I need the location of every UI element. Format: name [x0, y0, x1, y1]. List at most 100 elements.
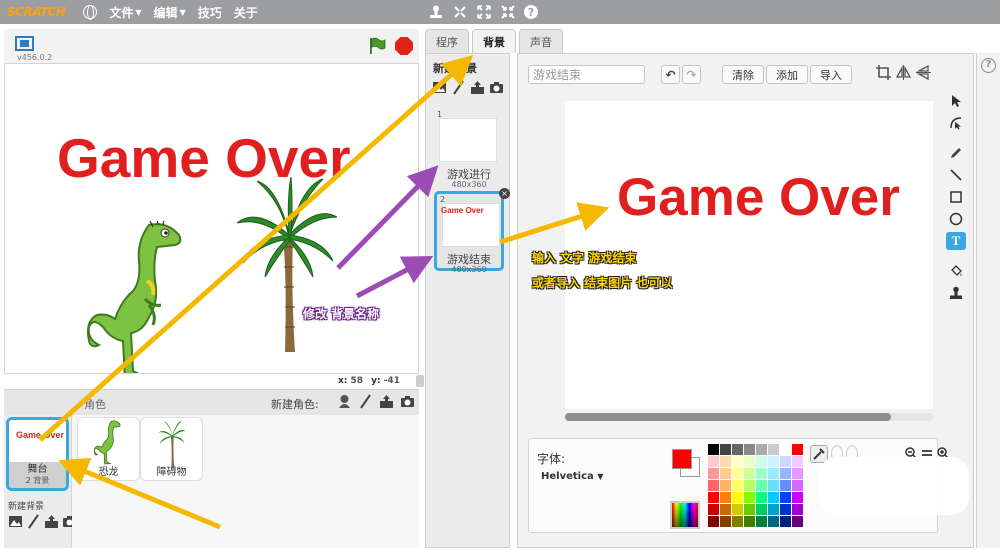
upload-backdrop-icon[interactable]: [470, 80, 485, 95]
color-swatch[interactable]: [708, 492, 719, 503]
color-swatch[interactable]: [792, 468, 803, 479]
color-swatch[interactable]: [768, 504, 779, 515]
crop-icon[interactable]: [876, 65, 891, 80]
menu-file[interactable]: 文件 ▼: [109, 4, 141, 21]
color-swatch[interactable]: [744, 504, 755, 515]
color-swatch[interactable]: [720, 456, 731, 467]
color-swatch[interactable]: [756, 504, 767, 515]
color-swatch[interactable]: [792, 492, 803, 503]
color-swatch[interactable]: [732, 492, 743, 503]
color-swatch[interactable]: [732, 480, 743, 491]
menu-about[interactable]: 关于: [234, 4, 258, 21]
cut-scissors-icon[interactable]: [452, 3, 467, 21]
stage-canvas[interactable]: Game Over: [4, 63, 419, 374]
color-swatch[interactable]: [768, 456, 779, 467]
menu-tips[interactable]: 技巧: [198, 4, 222, 21]
color-picker-gradient[interactable]: [670, 501, 700, 529]
color-swatch[interactable]: [780, 468, 791, 479]
shrink-icon[interactable]: [500, 3, 515, 21]
stop-sign-icon[interactable]: [395, 37, 413, 55]
undo-button[interactable]: ↶: [661, 65, 680, 84]
color-swatch[interactable]: [756, 468, 767, 479]
reshape-icon[interactable]: [946, 114, 966, 132]
color-swatch[interactable]: [720, 492, 731, 503]
upload-sprite-icon[interactable]: [379, 394, 394, 409]
color-swatch[interactable]: [708, 456, 719, 467]
camera-sprite-icon[interactable]: [400, 394, 415, 409]
scratch-logo[interactable]: SCRATCH: [7, 5, 66, 19]
import-button[interactable]: 导入: [810, 65, 852, 84]
font-select[interactable]: Helvetica ▼: [541, 471, 603, 482]
primary-color-swatch[interactable]: [672, 449, 692, 469]
color-swatch[interactable]: [780, 492, 791, 503]
sprite-thumb-dinosaur[interactable]: 恐龙: [77, 417, 140, 481]
sprite-thumb-obstacle[interactable]: 障碍物: [140, 417, 203, 481]
color-swatch[interactable]: [732, 468, 743, 479]
color-swatch[interactable]: [792, 516, 803, 527]
globe-icon[interactable]: [83, 5, 98, 20]
pencil-icon[interactable]: [946, 144, 966, 162]
grow-icon[interactable]: [476, 3, 491, 21]
color-swatch[interactable]: [768, 492, 779, 503]
color-swatch[interactable]: [708, 468, 719, 479]
green-flag-icon[interactable]: [368, 37, 386, 55]
tab-sounds[interactable]: 声音: [519, 29, 563, 53]
color-swatch[interactable]: [744, 456, 755, 467]
color-swatch[interactable]: [768, 516, 779, 527]
upload-backdrop-icon[interactable]: [44, 514, 59, 529]
tips-help-icon[interactable]: ?: [981, 58, 996, 73]
backdrop-library-icon[interactable]: [8, 514, 23, 529]
rectangle-icon[interactable]: [946, 188, 966, 206]
ellipse-icon[interactable]: [946, 210, 966, 228]
paint-backdrop-icon[interactable]: [451, 80, 466, 95]
color-swatch[interactable]: [780, 516, 791, 527]
color-swatch[interactable]: [732, 444, 743, 455]
text-tool-icon[interactable]: T: [946, 232, 966, 250]
help-icon[interactable]: ?: [524, 5, 538, 19]
backdrop-item-game-over[interactable]: 2 Game Over 游戏结束 480x360 ×: [434, 188, 510, 274]
clear-button[interactable]: 清除: [722, 65, 764, 84]
color-swatch[interactable]: [780, 444, 791, 455]
color-swatch[interactable]: [732, 516, 743, 527]
color-swatch[interactable]: [768, 468, 779, 479]
color-swatch[interactable]: [756, 516, 767, 527]
backdrop-name-input[interactable]: [528, 65, 645, 84]
flip-horizontal-icon[interactable]: [896, 65, 911, 80]
color-swatch[interactable]: [708, 444, 719, 455]
stage-size-toggle[interactable]: [416, 375, 424, 387]
color-swatch[interactable]: [792, 444, 803, 455]
canvas-horizontal-scrollbar[interactable]: [565, 413, 933, 421]
duplicate-stamp-icon[interactable]: [428, 3, 443, 21]
color-swatch[interactable]: [708, 480, 719, 491]
color-swatch[interactable]: [780, 504, 791, 515]
fullscreen-icon[interactable]: [15, 36, 34, 51]
color-swatch[interactable]: [780, 456, 791, 467]
color-swatch[interactable]: [792, 504, 803, 515]
color-swatch[interactable]: [768, 480, 779, 491]
delete-backdrop-icon[interactable]: ×: [499, 188, 510, 199]
redo-button[interactable]: ↷: [682, 65, 701, 84]
color-swatch[interactable]: [744, 516, 755, 527]
palm-tree-sprite[interactable]: [237, 177, 337, 352]
dinosaur-sprite[interactable]: [87, 221, 187, 374]
color-swatch[interactable]: [720, 444, 731, 455]
color-swatch[interactable]: [720, 480, 731, 491]
color-swatch[interactable]: [720, 516, 731, 527]
color-swatch[interactable]: [708, 504, 719, 515]
color-swatch[interactable]: [744, 492, 755, 503]
menu-edit[interactable]: 编辑 ▼: [154, 4, 186, 21]
color-swatch[interactable]: [768, 444, 779, 455]
color-swatch[interactable]: [720, 468, 731, 479]
color-swatch[interactable]: [792, 456, 803, 467]
choose-sprite-from-library-icon[interactable]: [337, 394, 352, 409]
color-swatch[interactable]: [744, 480, 755, 491]
tab-backdrops[interactable]: 背景: [472, 29, 516, 53]
color-swatch[interactable]: [756, 480, 767, 491]
camera-backdrop-icon[interactable]: [489, 80, 504, 95]
stage-thumbnail[interactable]: Game Over 舞台 2 背景: [6, 417, 69, 491]
select-arrow-icon[interactable]: [946, 92, 966, 110]
color-swatch[interactable]: [756, 444, 767, 455]
color-swatch[interactable]: [792, 480, 803, 491]
backdrop-item-playing[interactable]: 1 游戏进行 480x360: [434, 109, 504, 189]
color-swatch[interactable]: [744, 444, 755, 455]
